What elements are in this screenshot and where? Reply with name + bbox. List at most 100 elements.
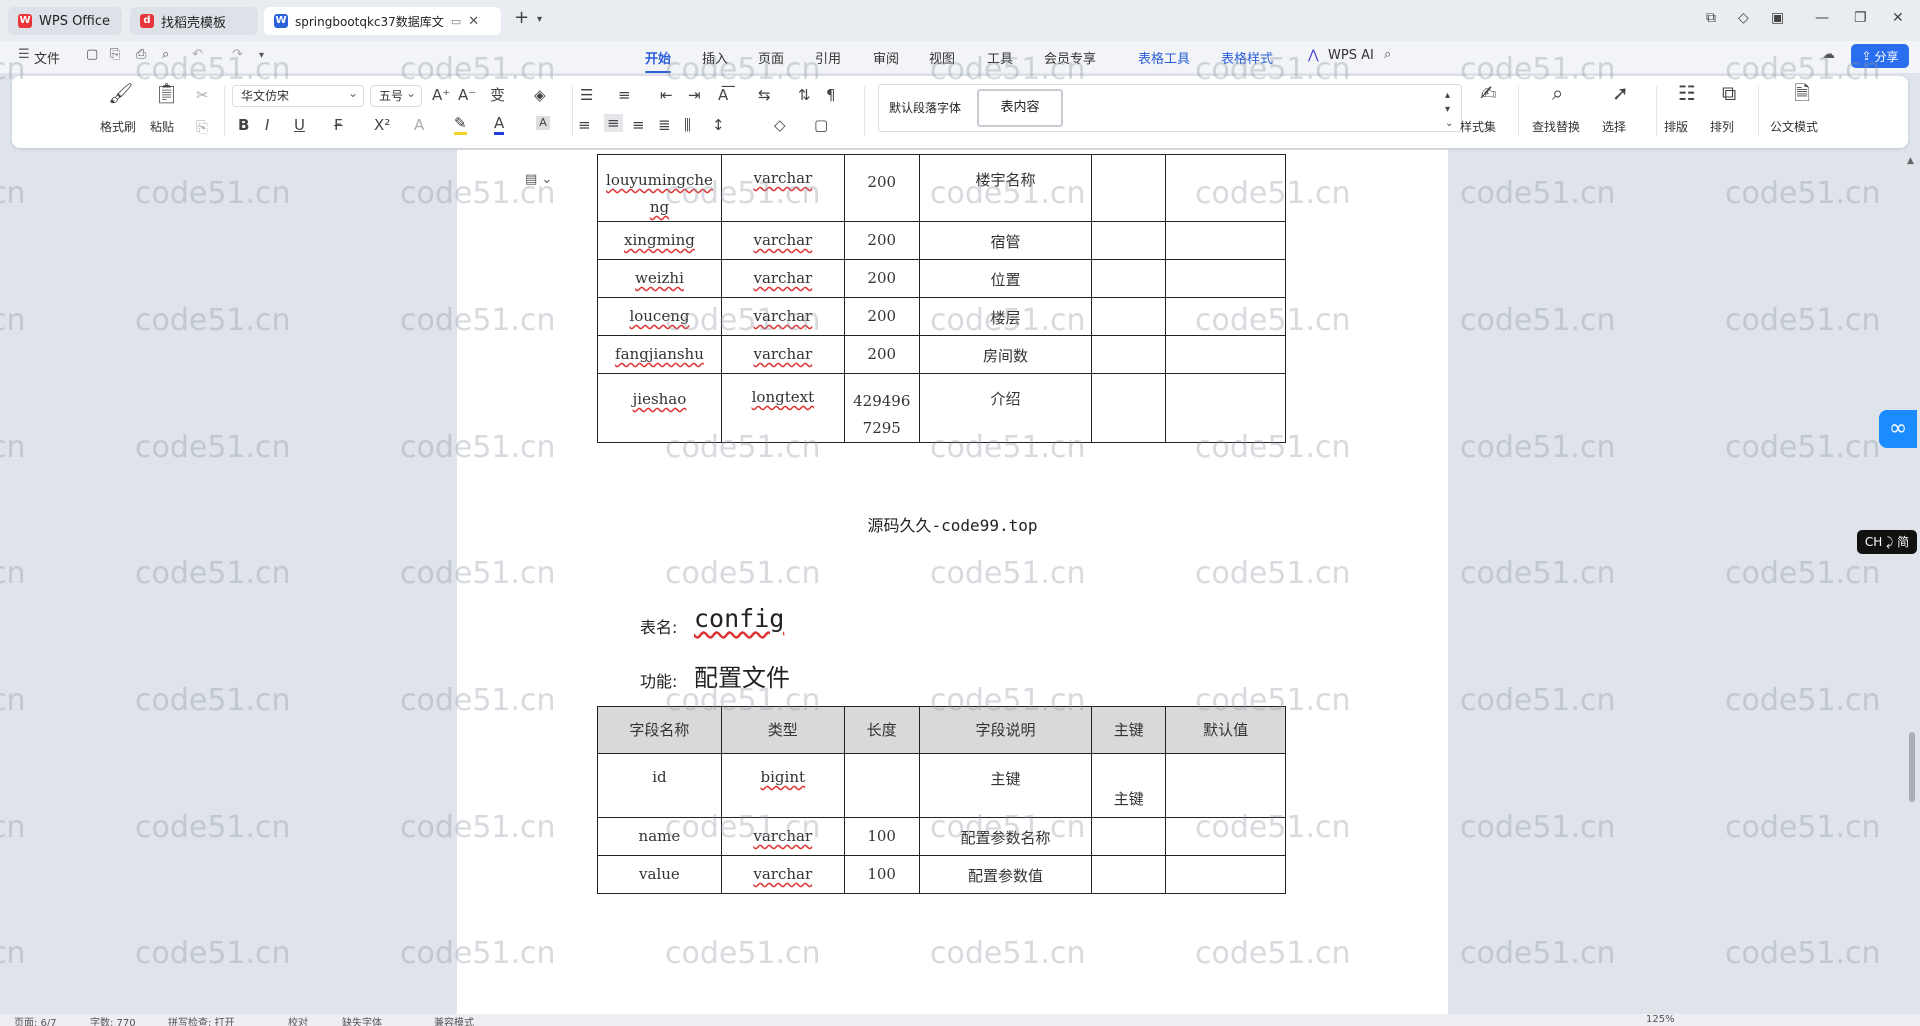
shading-icon[interactable]: ◇ xyxy=(774,116,786,134)
menu-tools[interactable]: 工具 xyxy=(987,48,1013,67)
font-color-icon[interactable]: A xyxy=(494,114,505,135)
search-icon[interactable]: ⌕ xyxy=(1384,47,1391,62)
paste-icon[interactable]: 📋︎ xyxy=(154,83,179,103)
default-value-cell[interactable] xyxy=(1165,855,1286,894)
arrange-button[interactable]: 排列 xyxy=(1710,118,1734,135)
arrange-icon[interactable]: ⧉ xyxy=(1722,83,1736,103)
sort-icon[interactable]: ⇅ xyxy=(798,86,811,104)
menu-table-style[interactable]: 表格样式 xyxy=(1221,48,1273,67)
primary-key-cell[interactable] xyxy=(1091,221,1167,260)
numbered-list-icon[interactable]: ≡ xyxy=(618,86,631,104)
undo-icon[interactable]: ↶ xyxy=(192,47,203,62)
cut-icon[interactable]: ✂ xyxy=(196,86,209,104)
align-right-icon[interactable]: ≡ xyxy=(632,116,645,134)
type-cell[interactable]: varchar xyxy=(720,259,845,298)
default-value-cell[interactable] xyxy=(1165,753,1286,818)
shrink-font-icon[interactable]: A⁻ xyxy=(458,86,476,104)
description-cell[interactable]: 主键 xyxy=(918,753,1093,818)
field-name-cell[interactable]: jieshao xyxy=(597,373,722,443)
default-value-cell[interactable] xyxy=(1165,817,1286,856)
tab-document[interactable]: W springbootqkc37数据库文 ▭ ✕ xyxy=(264,7,501,35)
column-header[interactable]: 长度 xyxy=(843,706,920,754)
print-preview-icon[interactable]: ⌕ xyxy=(162,47,169,62)
font-size-select[interactable]: 五号 xyxy=(370,83,422,107)
bold-icon[interactable]: B xyxy=(238,116,249,134)
column-header[interactable]: 主键 xyxy=(1091,706,1167,754)
document-page[interactable]: ▤ ⌄ louyumingcheng varchar 200 楼宇名称 xingming… xyxy=(457,150,1448,1026)
description-cell[interactable]: 宿管 xyxy=(918,221,1093,260)
zoom-level[interactable]: 125% xyxy=(1646,1014,1675,1025)
style-set-button[interactable]: 样式集 xyxy=(1460,118,1496,135)
align-center-icon[interactable]: ≡ xyxy=(604,114,623,132)
italic-icon[interactable]: I xyxy=(265,116,269,134)
type-cell[interactable]: varchar xyxy=(720,297,845,336)
column-header[interactable]: 默认值 xyxy=(1165,706,1286,754)
primary-key-cell[interactable] xyxy=(1091,855,1167,894)
phonetic-icon[interactable]: 变 xyxy=(490,86,505,104)
menu-review[interactable]: 审阅 xyxy=(873,48,899,67)
menu-wps-ai[interactable]: WPS AI xyxy=(1328,48,1374,63)
menu-file[interactable]: 文件 xyxy=(34,48,60,67)
column-header[interactable]: 类型 xyxy=(720,706,845,754)
field-name-cell[interactable]: weizhi xyxy=(597,259,722,298)
border-icon[interactable]: ▢ xyxy=(814,116,828,134)
restore-icon[interactable]: ❐ xyxy=(1854,10,1867,26)
underline-icon[interactable]: U xyxy=(294,116,305,134)
field-name-cell[interactable]: id xyxy=(597,753,722,818)
justify-icon[interactable]: ≣ xyxy=(658,116,671,134)
find-replace-button[interactable]: 查找替换 xyxy=(1532,118,1580,135)
tab-docer[interactable]: d 找稻壳模板 xyxy=(130,7,258,35)
length-cell[interactable]: 200 xyxy=(843,154,920,222)
primary-key-cell[interactable] xyxy=(1091,259,1167,298)
column-header[interactable]: 字段名称 xyxy=(597,706,722,754)
menu-page[interactable]: 页面 xyxy=(758,48,784,67)
doc-mode-icon[interactable]: 🗎︎ xyxy=(1794,83,1810,103)
primary-key-cell[interactable] xyxy=(1091,373,1167,443)
page-indicator[interactable]: 页面: 6/7 xyxy=(14,1014,57,1026)
field-name-cell[interactable]: name xyxy=(597,817,722,856)
decrease-indent-icon[interactable]: ⇤ xyxy=(660,86,673,104)
menu-reference[interactable]: 引用 xyxy=(815,48,841,67)
field-name-cell[interactable]: fangjianshu xyxy=(597,335,722,374)
line-spacing-icon[interactable]: ↕ xyxy=(712,116,725,134)
length-cell[interactable] xyxy=(843,753,920,818)
chevron-down-icon[interactable]: ▾ xyxy=(537,14,542,25)
type-cell[interactable]: varchar xyxy=(720,817,845,856)
clear-format-icon[interactable]: ◈ xyxy=(534,86,546,104)
print-icon[interactable]: ⎙ xyxy=(136,47,146,62)
menu-table-tools[interactable]: 表格工具 xyxy=(1138,48,1190,67)
doc-mode-button[interactable]: 公文模式 xyxy=(1770,118,1818,135)
style-table-content[interactable]: 表内容 xyxy=(977,89,1063,127)
field-name-cell[interactable]: xingming xyxy=(597,221,722,260)
format-painter-button[interactable]: 格式刷 xyxy=(100,118,136,135)
default-value-cell[interactable] xyxy=(1165,335,1286,374)
scrollbar-thumb[interactable] xyxy=(1909,732,1915,802)
align-left-icon[interactable]: ≡ xyxy=(578,116,591,134)
default-value-cell[interactable] xyxy=(1165,221,1286,260)
scroll-up-arrow-icon[interactable]: ▲ xyxy=(1907,156,1914,166)
wps-ai-icon[interactable]: ⋀ xyxy=(1308,48,1319,63)
minimize-icon[interactable]: — xyxy=(1815,10,1829,26)
text-direction-icon[interactable]: A͞ xyxy=(718,86,728,104)
char-shading-icon[interactable]: A xyxy=(536,116,550,130)
type-cell[interactable]: varchar xyxy=(720,221,845,260)
length-cell[interactable]: 100 xyxy=(843,855,920,894)
cloud-upload-icon[interactable]: ☁ xyxy=(1822,47,1835,62)
column-header[interactable]: 字段说明 xyxy=(918,706,1093,754)
type-cell[interactable]: bigint xyxy=(720,753,845,818)
close-window-icon[interactable]: ✕ xyxy=(1892,10,1904,26)
description-cell[interactable]: 配置参数名称 xyxy=(918,817,1093,856)
highlight-icon[interactable]: ✎ xyxy=(454,114,467,135)
length-cell[interactable]: 200 xyxy=(843,297,920,336)
expand-icon[interactable]: ⌄ xyxy=(1445,115,1453,133)
word-count[interactable]: 字数: 770 xyxy=(90,1014,136,1026)
primary-key-cell[interactable] xyxy=(1091,154,1167,222)
hamburger-icon[interactable]: ☰ xyxy=(18,47,30,62)
style-set-icon[interactable]: ✍ xyxy=(1480,83,1497,103)
cube-icon[interactable]: ◇ xyxy=(1738,10,1749,26)
layout-icon[interactable]: ☷ xyxy=(1678,83,1696,103)
default-value-cell[interactable] xyxy=(1165,373,1286,443)
length-cell[interactable]: 200 xyxy=(843,335,920,374)
strikethrough-icon[interactable]: F xyxy=(334,116,343,134)
description-cell[interactable]: 房间数 xyxy=(918,335,1093,374)
